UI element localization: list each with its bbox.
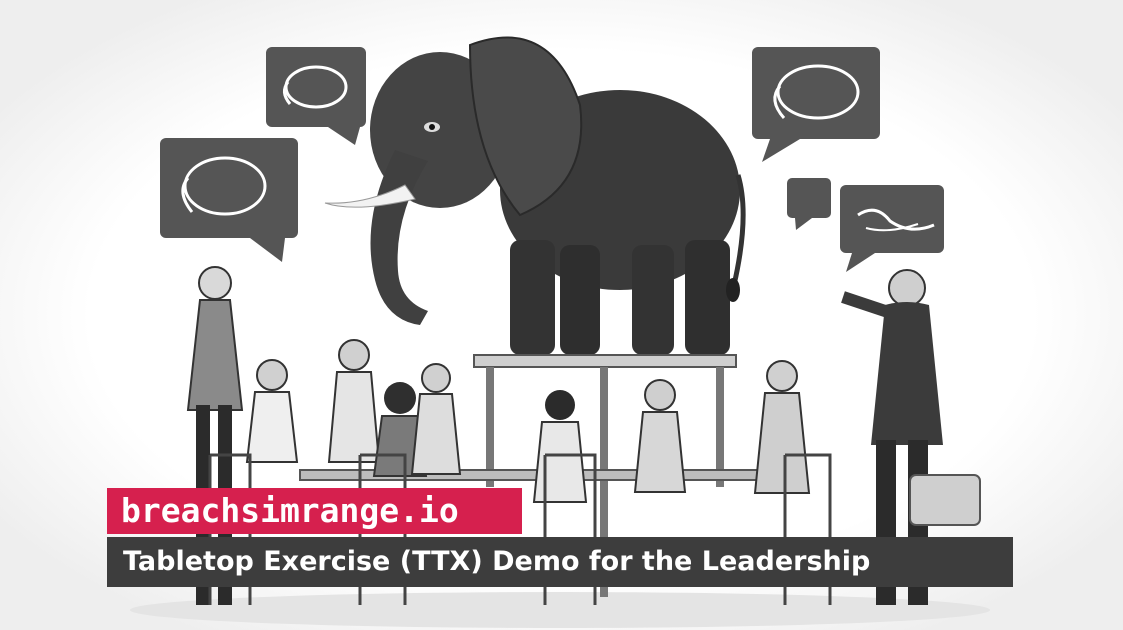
brand-label: breachsimrange.io: [107, 488, 522, 534]
banner-title: Tabletop Exercise (TTX) Demo for the Lea…: [107, 537, 1013, 587]
illustration: [0, 0, 1123, 630]
